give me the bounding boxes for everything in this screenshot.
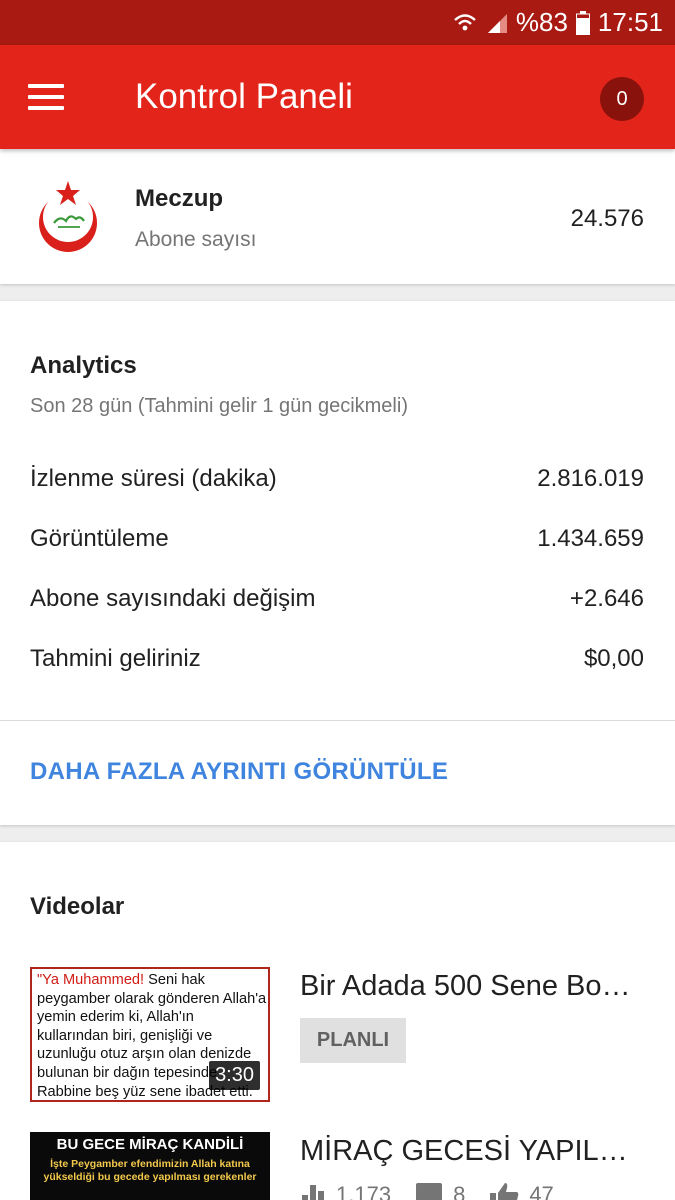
videos-title: Videolar bbox=[30, 893, 125, 920]
battery-icon bbox=[575, 10, 590, 35]
page-title: Kontrol Paneli bbox=[135, 77, 353, 116]
video-thumbnail[interactable]: BU GECE MİRAÇ KANDİLİ İşte Peygamber efe… bbox=[30, 1132, 270, 1200]
view-count: 1.173 bbox=[336, 1182, 392, 1200]
video-thumbnail[interactable]: "Ya Muhammed! Seni hak peygamber olarak … bbox=[30, 967, 270, 1102]
notification-badge[interactable]: 0 bbox=[600, 77, 644, 121]
metric-value-watch-time: 2.816.019 bbox=[537, 465, 644, 492]
view-more-details-link[interactable]: DAHA FAZLA AYRINTI GÖRÜNTÜLE bbox=[30, 758, 448, 786]
metric-value-revenue: $0,00 bbox=[583, 645, 644, 672]
status-bar: %83 17:51 bbox=[0, 0, 675, 45]
analytics-subtitle: Son 28 gün (Tahmini gelir 1 gün gecikmel… bbox=[30, 395, 408, 417]
comment-count: 8 bbox=[453, 1182, 466, 1200]
metric-label-views: Görüntüleme bbox=[30, 525, 169, 552]
clock: 17:51 bbox=[597, 7, 663, 37]
video-duration: 3:30 bbox=[209, 1061, 260, 1090]
subscriber-count: 24.576 bbox=[570, 205, 644, 232]
signal-icon bbox=[486, 12, 508, 34]
comment-icon bbox=[415, 1182, 443, 1200]
crescent-star-logo-icon bbox=[39, 181, 97, 252]
metric-label-watch-time: İzlenme süresi (dakika) bbox=[30, 465, 277, 492]
subscriber-label: Abone sayısı bbox=[135, 228, 257, 251]
bar-chart-icon bbox=[300, 1183, 326, 1200]
thumbnail-title: BU GECE MİRAÇ KANDİLİ bbox=[56, 1136, 244, 1153]
metric-label-subscriber-change: Abone sayısındaki değişim bbox=[30, 585, 316, 612]
battery-percent: %83 bbox=[515, 7, 568, 37]
hamburger-menu-icon[interactable] bbox=[28, 75, 76, 119]
thumbs-up-icon bbox=[489, 1181, 519, 1200]
metric-label-revenue: Tahmini geliriniz bbox=[30, 645, 201, 672]
like-count: 47 bbox=[529, 1182, 554, 1200]
metric-value-views: 1.434.659 bbox=[537, 525, 644, 552]
video-title[interactable]: Bir Adada 500 Sene Boyunca bbox=[300, 970, 645, 1003]
video-title[interactable]: MİRAÇ GECESİ YAPILACAK bbox=[300, 1135, 645, 1168]
channel-name: Meczup bbox=[135, 185, 224, 212]
channel-avatar bbox=[30, 179, 106, 255]
video-stats: 1.173 8 47 bbox=[300, 1180, 568, 1200]
analytics-title: Analytics bbox=[30, 352, 137, 379]
app-bar: Kontrol Paneli 0 bbox=[0, 45, 675, 149]
metric-value-subscriber-change: +2.646 bbox=[569, 585, 644, 612]
scheduled-badge: PLANLI bbox=[300, 1018, 406, 1063]
wifi-icon bbox=[452, 11, 478, 35]
divider bbox=[0, 720, 675, 721]
thumbnail-subtitle: İşte Peygamber efendimizin Allah katına … bbox=[43, 1158, 257, 1183]
